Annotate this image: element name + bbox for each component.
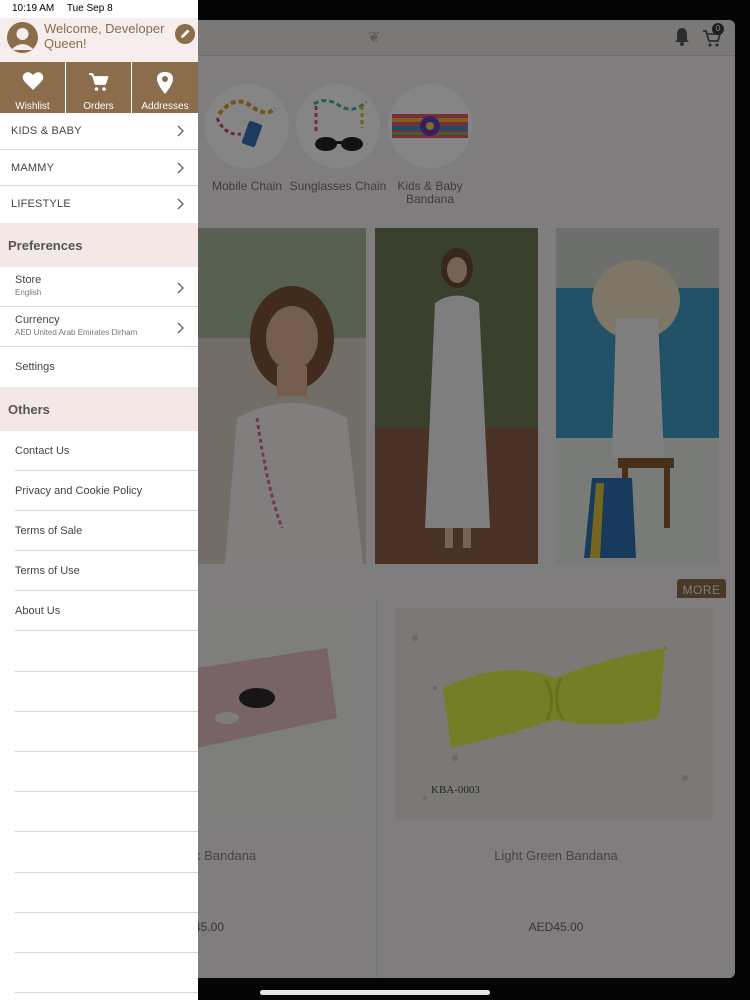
others-header: Others xyxy=(0,386,198,431)
settings-item[interactable]: Settings xyxy=(0,347,198,387)
addresses-button[interactable]: Addresses xyxy=(132,62,198,113)
pencil-icon xyxy=(181,29,190,38)
heart-icon xyxy=(22,72,43,90)
currency-value: AED United Arab Emirates Dirham xyxy=(15,327,138,337)
menu-item-label: LIFESTYLE xyxy=(11,198,71,210)
empty-row xyxy=(15,712,198,752)
wishlist-label: Wishlist xyxy=(15,101,50,112)
empty-row xyxy=(15,913,198,953)
menu-item-lifestyle[interactable]: LIFESTYLE xyxy=(0,186,198,223)
store-selector[interactable]: Store English xyxy=(0,267,198,307)
orders-button[interactable]: Orders xyxy=(66,62,131,113)
currency-label: Currency xyxy=(15,313,60,326)
about-us-link[interactable]: About Us xyxy=(15,591,198,632)
chevron-right-icon xyxy=(177,125,184,137)
terms-of-use-link[interactable]: Terms of Use xyxy=(15,551,198,592)
profile-header: Welcome, Developer Queen! xyxy=(0,18,198,62)
home-indicator[interactable] xyxy=(260,990,490,995)
avatar-icon[interactable] xyxy=(7,22,38,53)
cart-icon xyxy=(88,73,108,91)
addresses-label: Addresses xyxy=(141,101,189,112)
store-label: Store xyxy=(15,273,42,286)
menu-item-mammy[interactable]: MAMMY xyxy=(0,150,198,186)
quick-actions-bar: Wishlist Orders Addresses xyxy=(0,62,198,113)
status-date: Tue Sep 8 xyxy=(66,3,113,14)
status-time: 10:19 AM xyxy=(12,3,55,14)
privacy-policy-link[interactable]: Privacy and Cookie Policy xyxy=(15,471,198,511)
chevron-right-icon xyxy=(177,198,184,210)
settings-label: Settings xyxy=(15,360,55,373)
store-value: English xyxy=(15,287,42,297)
chevron-right-icon xyxy=(177,322,184,333)
empty-row xyxy=(15,832,198,873)
chevron-right-icon xyxy=(177,282,184,293)
edit-profile-button[interactable] xyxy=(175,24,195,44)
side-drawer: 10:19 AM Tue Sep 8 Welcome, Developer Qu… xyxy=(0,0,198,1000)
empty-row xyxy=(15,752,198,793)
empty-row xyxy=(15,953,198,994)
wishlist-button[interactable]: Wishlist xyxy=(0,62,65,113)
empty-row xyxy=(15,873,198,913)
location-pin-icon xyxy=(157,72,173,94)
chevron-right-icon xyxy=(177,162,184,173)
menu-item-label: KIDS & BABY xyxy=(11,125,82,137)
empty-row xyxy=(15,672,198,712)
orders-label: Orders xyxy=(83,101,114,112)
menu-item-label: MAMMY xyxy=(11,161,55,174)
terms-of-sale-link[interactable]: Terms of Sale xyxy=(15,511,198,552)
menu-item-kids-baby[interactable]: KIDS & BABY xyxy=(0,113,198,150)
empty-row xyxy=(15,792,198,833)
welcome-text: Welcome, Developer Queen! xyxy=(44,21,165,51)
preferences-header: Preferences xyxy=(0,222,198,267)
empty-row xyxy=(15,631,198,672)
currency-selector[interactable]: Currency AED United Arab Emirates Dirham xyxy=(0,307,198,347)
contact-us-link[interactable]: Contact Us xyxy=(15,431,198,471)
status-bar: 10:19 AM Tue Sep 8 xyxy=(0,0,198,18)
